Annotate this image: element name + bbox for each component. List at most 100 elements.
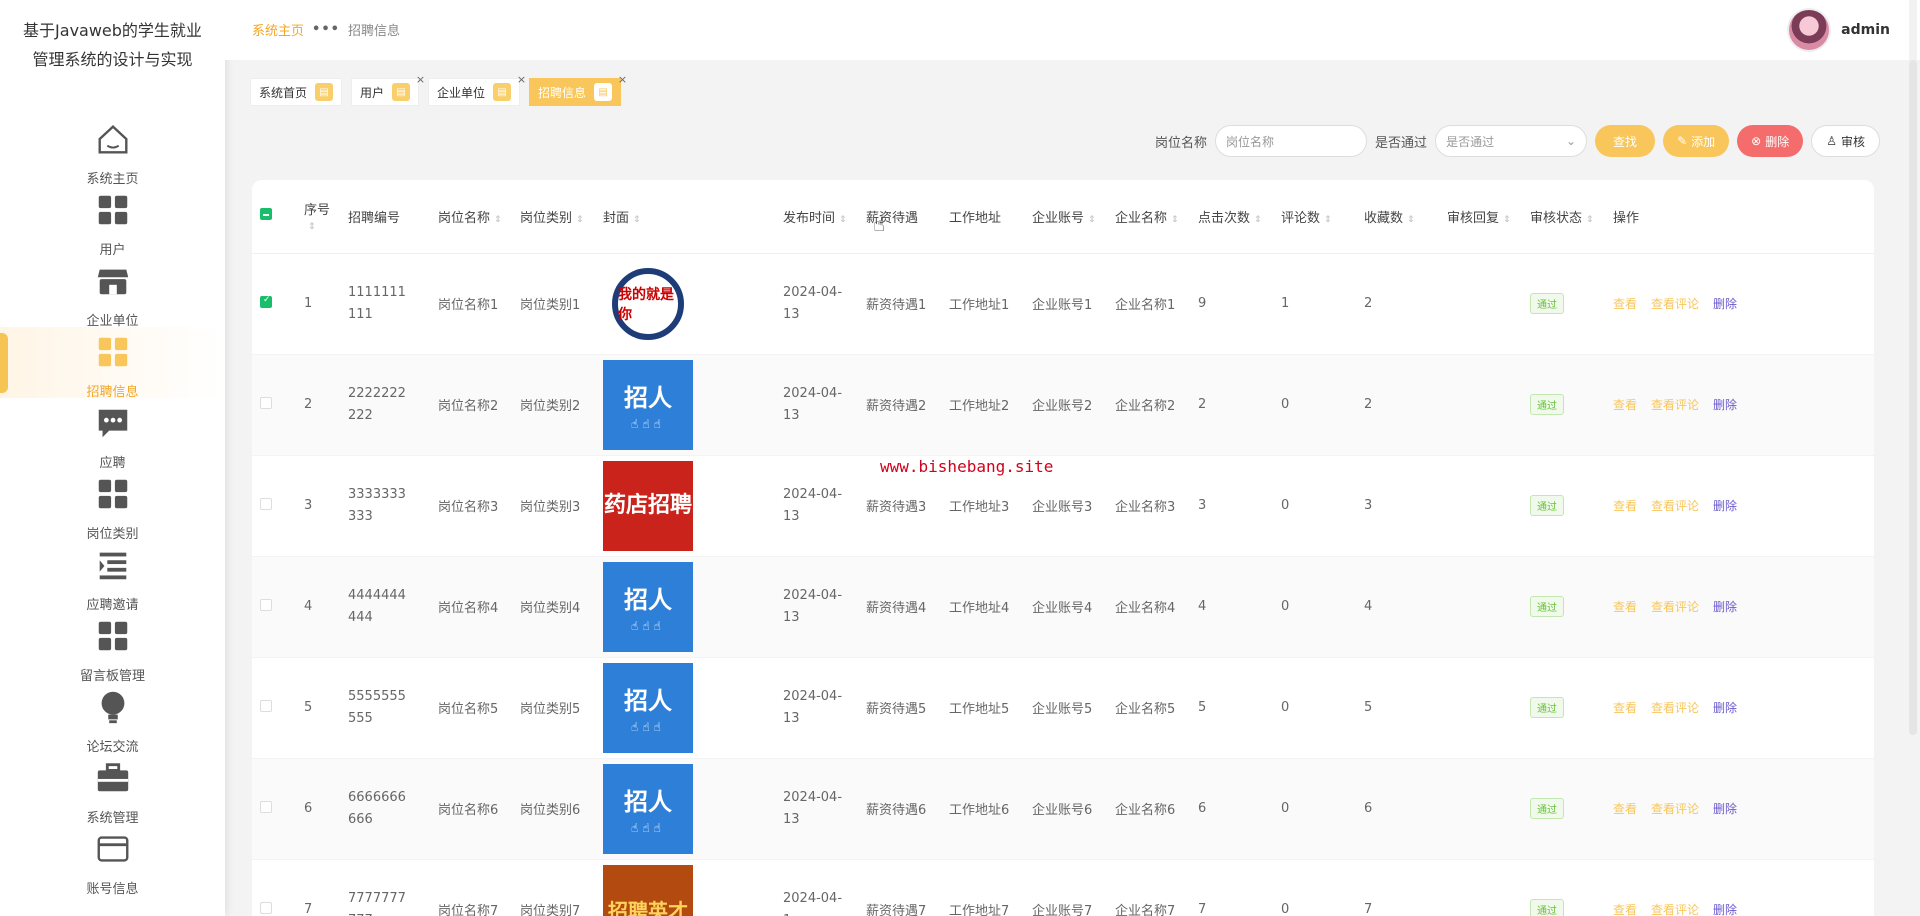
column-header[interactable]: 收藏数 ⇕: [1356, 180, 1439, 254]
sort-icon[interactable]: ⇕: [576, 215, 584, 225]
delete-link[interactable]: 删除: [1713, 499, 1737, 513]
sidebar-item-3[interactable]: 招聘信息: [0, 327, 225, 400]
view-link[interactable]: 查看: [1613, 701, 1637, 715]
tag-1[interactable]: 用户 ▤ ×: [351, 73, 425, 106]
row-select-cell[interactable]: [252, 859, 296, 916]
column-header[interactable]: 评论数 ⇕: [1273, 180, 1356, 254]
tag-2[interactable]: 企业单位 ▤ ×: [428, 73, 526, 106]
sort-icon[interactable]: ⇕: [1586, 215, 1594, 225]
select-all-cell[interactable]: [252, 180, 296, 254]
column-header[interactable]: 发布时间 ⇕: [775, 180, 858, 254]
view-comments-link[interactable]: 查看评论: [1651, 398, 1699, 412]
view-link[interactable]: 查看: [1613, 600, 1637, 614]
breadcrumb-home[interactable]: 系统主页: [252, 20, 304, 39]
view-comments-link[interactable]: 查看评论: [1651, 903, 1699, 916]
sort-icon[interactable]: ⇕: [839, 215, 847, 225]
sort-icon[interactable]: ⇕: [1503, 215, 1511, 225]
sidebar-item-1[interactable]: 用户: [0, 185, 225, 258]
view-comments-link[interactable]: 查看评论: [1651, 499, 1699, 513]
user-menu[interactable]: admin: [1787, 8, 1890, 52]
select-all-checkbox[interactable]: [260, 208, 272, 221]
audit-button[interactable]: ♙ 审核: [1811, 125, 1880, 157]
table-row[interactable]: 3 3333333333 岗位名称3 岗位类别3 药店招聘 2024-04-13 薪资待遇3…: [252, 455, 1874, 557]
page-scrollbar[interactable]: [1909, 60, 1917, 735]
sort-icon[interactable]: ⇕: [1254, 215, 1262, 225]
row-checkbox[interactable]: [260, 497, 272, 510]
delete-link[interactable]: 删除: [1713, 398, 1737, 412]
column-header[interactable]: 审核状态 ⇕: [1522, 180, 1605, 254]
column-header[interactable]: 企业账号 ⇕: [1024, 180, 1107, 254]
row-select-cell[interactable]: [252, 253, 296, 355]
delete-link[interactable]: 删除: [1713, 802, 1737, 816]
table-row[interactable]: 5 5555555555 岗位名称5 岗位类别5 招人 ☝☝☝ 2024-04-13 薪资待遇…: [252, 657, 1874, 759]
table-row[interactable]: 4 4444444444 岗位名称4 岗位类别4 招人 ☝☝☝ 2024-04-13 薪资待遇…: [252, 556, 1874, 658]
sort-icon[interactable]: ⇕: [1088, 215, 1096, 225]
view-link[interactable]: 查看: [1613, 499, 1637, 513]
row-select-cell[interactable]: [252, 354, 296, 456]
row-checkbox[interactable]: [260, 800, 272, 813]
row-select-cell[interactable]: [252, 657, 296, 759]
close-icon[interactable]: ×: [416, 73, 425, 86]
sort-icon[interactable]: ⇕: [1171, 215, 1179, 225]
table-row[interactable]: 2 2222222222 岗位名称2 岗位类别2 招人 ☝☝☝ 2024-04-13 薪资待遇…: [252, 354, 1874, 456]
row-checkbox[interactable]: [260, 598, 272, 611]
delete-link[interactable]: 删除: [1713, 600, 1737, 614]
row-checkbox[interactable]: [260, 295, 272, 308]
column-header[interactable]: 工作地址: [941, 180, 1024, 254]
row-select-cell[interactable]: [252, 455, 296, 557]
row-checkbox[interactable]: [260, 396, 272, 409]
column-header[interactable]: 企业名称 ⇕: [1107, 180, 1190, 254]
sort-icon[interactable]: ⇕: [1324, 215, 1332, 225]
username[interactable]: admin: [1841, 22, 1890, 38]
sidebar-item-8[interactable]: 论坛交流: [0, 682, 225, 755]
column-header[interactable]: 封面 ⇕: [595, 180, 775, 254]
view-link[interactable]: 查看: [1613, 903, 1637, 916]
table-row[interactable]: 77777777777岗位名称7岗位类别7招聘英才2024-04-1薪资待遇7工…: [252, 859, 1874, 916]
sidebar-item-2[interactable]: 企业单位: [0, 256, 225, 329]
row-checkbox[interactable]: [260, 901, 272, 914]
delete-link[interactable]: 删除: [1713, 903, 1737, 916]
column-header[interactable]: 岗位类别 ⇕: [512, 180, 595, 254]
sort-icon[interactable]: ⇕: [1407, 215, 1415, 225]
sidebar-item-4[interactable]: 应聘: [0, 398, 225, 471]
delete-button[interactable]: ⊗ 删除: [1737, 125, 1804, 157]
view-comments-link[interactable]: 查看评论: [1651, 297, 1699, 311]
post-name-input[interactable]: 岗位名称: [1215, 125, 1368, 157]
sidebar-item-0[interactable]: 系统主页: [0, 114, 225, 187]
column-header[interactable]: 薪资待遇: [858, 180, 941, 254]
find-button[interactable]: 查找: [1595, 125, 1656, 157]
delete-link[interactable]: 删除: [1713, 297, 1737, 311]
column-header[interactable]: 点击次数 ⇕: [1190, 180, 1273, 254]
column-header[interactable]: 操作: [1605, 180, 1874, 254]
close-icon[interactable]: ×: [517, 73, 526, 86]
add-button[interactable]: ✎ 添加: [1663, 125, 1730, 157]
row-select-cell[interactable]: [252, 556, 296, 658]
view-link[interactable]: 查看: [1613, 398, 1637, 412]
column-header[interactable]: 序号⇕: [296, 180, 340, 254]
sidebar-item-9[interactable]: 系统管理: [0, 753, 225, 826]
passed-select[interactable]: 是否通过 ⌄: [1435, 125, 1588, 157]
view-link[interactable]: 查看: [1613, 802, 1637, 816]
sidebar-item-6[interactable]: 应聘邀请: [0, 540, 225, 613]
column-header[interactable]: 招聘编号: [340, 180, 430, 254]
sort-icon[interactable]: ⇕: [633, 215, 641, 225]
sidebar-item-7[interactable]: 留言板管理: [0, 611, 225, 684]
close-icon[interactable]: ×: [618, 73, 627, 86]
delete-link[interactable]: 删除: [1713, 701, 1737, 715]
table-row[interactable]: 11111111111岗位名称1岗位类别1我的就是你2024-04-13薪资待遇…: [252, 253, 1874, 355]
column-header[interactable]: 审核回复 ⇕: [1439, 180, 1522, 254]
view-link[interactable]: 查看: [1613, 297, 1637, 311]
row-select-cell[interactable]: [252, 758, 296, 860]
view-comments-link[interactable]: 查看评论: [1651, 701, 1699, 715]
tag-3[interactable]: 招聘信息 ▤ ×: [529, 73, 627, 106]
view-comments-link[interactable]: 查看评论: [1651, 600, 1699, 614]
avatar[interactable]: [1787, 8, 1832, 52]
sort-icon[interactable]: ⇕: [308, 222, 316, 232]
tag-0[interactable]: 系统首页 ▤: [250, 78, 343, 106]
sidebar-item-10[interactable]: 账号信息: [0, 824, 225, 897]
row-checkbox[interactable]: [260, 699, 272, 712]
table-row[interactable]: 6 6666666666 岗位名称6 岗位类别6 招人 ☝☝☝ 2024-04-13 薪资待遇…: [252, 758, 1874, 860]
sidebar-item-5[interactable]: 岗位类别: [0, 469, 225, 542]
column-header[interactable]: 岗位名称 ⇕: [430, 180, 512, 254]
view-comments-link[interactable]: 查看评论: [1651, 802, 1699, 816]
